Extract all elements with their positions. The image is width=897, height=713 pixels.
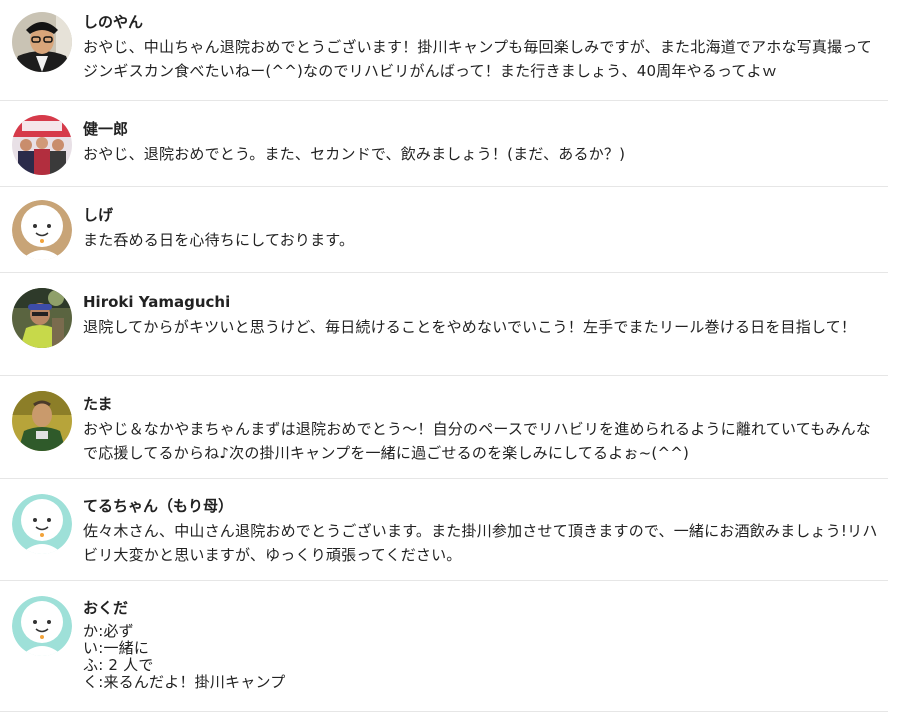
comment-item: 健一郎 おやじ、退院おめでとう。また、セカンドで、飲みましょう！(まだ、あるか？…	[0, 101, 888, 187]
comment-item: たま おやじ＆なかやまちゃんまずは退院おめでとう～！自分のペースでリハビリを進め…	[0, 376, 888, 479]
photo-outdoor-icon	[12, 288, 72, 348]
comment-item: てるちゃん（もり母） 佐々木さん、中山さん退院おめでとうございます。また掛川参加…	[0, 479, 888, 581]
comment-text: また呑める日を心待ちにしております。	[83, 231, 355, 249]
user-avatar[interactable]	[12, 596, 72, 656]
comment-text: 退院してからがキツいと思うけど、毎日続けることをやめないでいこう！左手でまたリー…	[83, 318, 857, 336]
user-avatar[interactable]	[12, 494, 72, 554]
photo-man-glasses-icon	[12, 12, 72, 72]
comment-author: しのやん	[83, 13, 144, 31]
user-avatar[interactable]	[12, 200, 72, 260]
comment-item: しげ また呑める日を心待ちにしております。	[0, 187, 888, 273]
default-face-tan-icon	[12, 200, 72, 260]
comment-item: Hiroki Yamaguchi 退院してからがキツいと思うけど、毎日続けること…	[0, 273, 888, 376]
user-avatar[interactable]	[12, 391, 72, 451]
comment-text: おやじ、中山ちゃん退院おめでとうございます！掛川キャンプも毎回楽しみですが、また…	[83, 38, 872, 80]
default-face-mint-icon	[12, 596, 72, 656]
comment-item: しのやん おやじ、中山ちゃん退院おめでとうございます！掛川キャンプも毎回楽しみで…	[0, 0, 888, 101]
comment-author: しげ	[83, 206, 114, 224]
comment-text: おやじ＆なかやまちゃんまずは退院おめでとう～！自分のペースでリハビリを進められる…	[83, 420, 872, 462]
user-avatar[interactable]	[12, 12, 72, 72]
comment-text: か:必ず い:一緒に ふ: 2 人で く:来るんだよ！掛川キャンプ	[83, 622, 286, 691]
comment-author: Hiroki Yamaguchi	[83, 293, 231, 311]
comment-author: てるちゃん（もり母）	[83, 497, 234, 515]
comment-item: おくだ か:必ず い:一緒に ふ: 2 人で く:来るんだよ！掛川キャンプ	[0, 581, 888, 712]
comment-author: 健一郎	[83, 120, 129, 138]
user-avatar[interactable]	[12, 115, 72, 175]
comment-author: たま	[83, 395, 113, 413]
comment-author: おくだ	[83, 599, 129, 617]
comment-text: おやじ、退院おめでとう。また、セカンドで、飲みましょう！(まだ、あるか？)	[83, 145, 626, 163]
comment-text: 佐々木さん、中山さん退院おめでとうございます。また掛川参加させて頂きますので、一…	[83, 522, 878, 564]
photo-man-green-icon	[12, 391, 72, 451]
photo-group-icon	[12, 115, 72, 175]
user-avatar[interactable]	[12, 288, 72, 348]
default-face-mint-icon	[12, 494, 72, 554]
